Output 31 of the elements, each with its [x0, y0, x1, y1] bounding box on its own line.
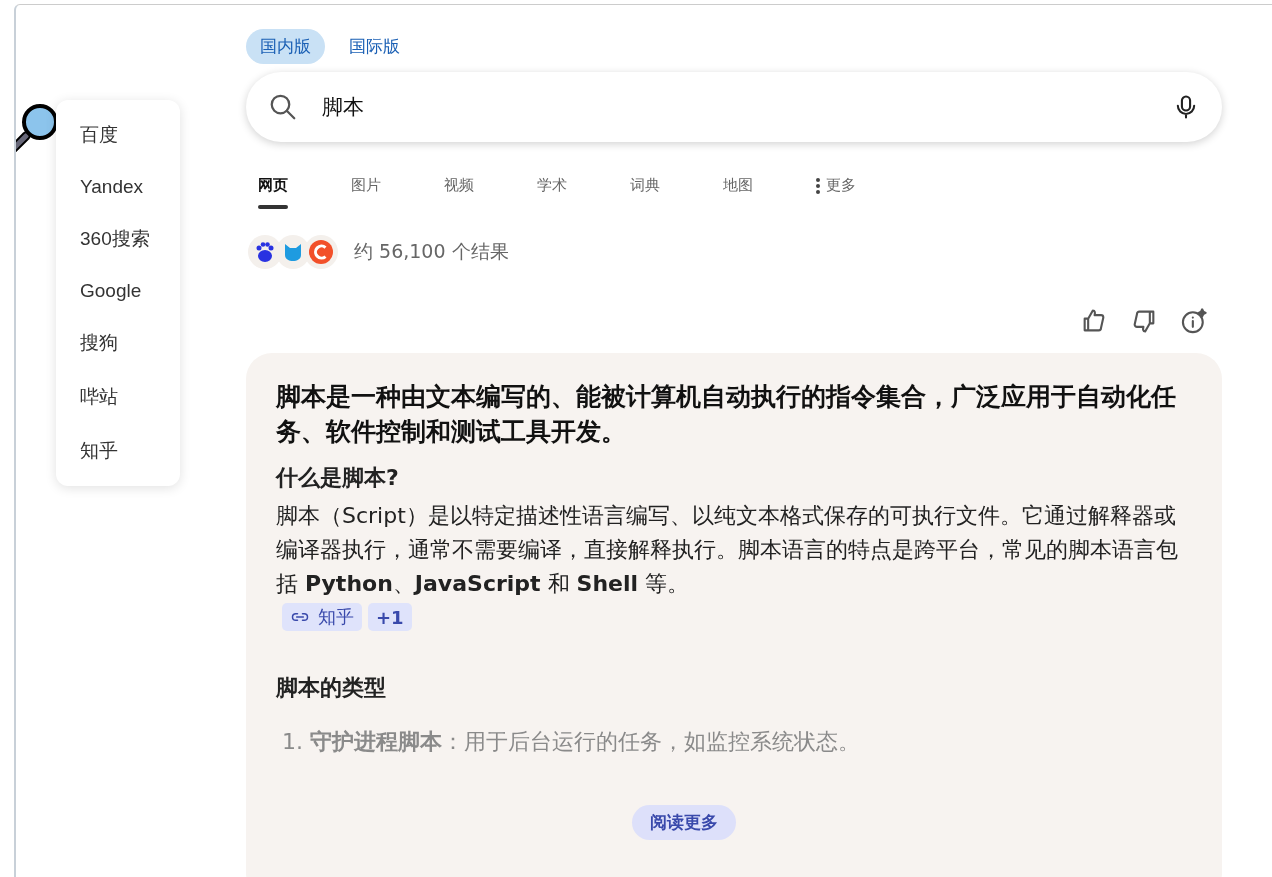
read-more-button[interactable]: 阅读更多: [632, 805, 736, 840]
nav-tab[interactable]: 学术: [537, 162, 630, 209]
menu-item[interactable]: 360搜索: [56, 212, 180, 266]
menu-item[interactable]: 百度: [56, 108, 180, 162]
search-input[interactable]: 脚本: [320, 94, 1150, 120]
nav-tab[interactable]: 图片: [351, 162, 444, 209]
info-sparkle-icon: [1180, 307, 1208, 335]
nav-tab[interactable]: 词典: [630, 162, 723, 209]
region-tab[interactable]: 国内版: [246, 29, 325, 64]
answer-headline: 脚本是一种由文本编写的、能被计算机自动执行的指令集合，广泛应用于自动化任务、软件控制和测试工具开发。: [276, 381, 1177, 448]
c-logo-icon: [304, 235, 338, 269]
section-heading: 脚本的类型: [276, 674, 387, 703]
nav-tab[interactable]: 视频: [444, 162, 537, 209]
more-sources-link[interactable]: +1: [368, 603, 412, 632]
nav-tab[interactable]: 更多: [816, 162, 909, 209]
faded-list-item: 守护进程脚本：用于后台运行的任务，如监控系统状态。: [310, 729, 860, 755]
result-count: 约 56,100 个结果: [354, 239, 509, 264]
more-icon: [816, 177, 820, 194]
menu-item[interactable]: 搜狗: [56, 316, 180, 370]
menu-item[interactable]: Yandex: [56, 162, 180, 212]
menu-item[interactable]: 哔站: [56, 370, 180, 424]
search-icon: [268, 92, 298, 122]
source-link[interactable]: 知乎: [282, 603, 362, 632]
nav-tab[interactable]: 网页: [258, 162, 351, 209]
list-number: 1.: [282, 729, 303, 755]
section-heading: 什么是脚本?: [276, 464, 400, 492]
answer-paragraph: 脚本（Script）是以特定描述性语言编写、以纯文本格式保存的可执行文件。它通过解释器或编译器执行，通常不需要编译，直接解释执行。脚本语言的特点是跨平台，常见的脚本语言包括 Python、JavaScript 和 Shell 等。: [276, 502, 1179, 599]
menu-item[interactable]: Google: [56, 266, 180, 316]
nav-tab[interactable]: 地图: [723, 162, 816, 209]
region-tab[interactable]: 国际版: [335, 29, 414, 64]
menu-item[interactable]: 知乎: [56, 424, 180, 478]
